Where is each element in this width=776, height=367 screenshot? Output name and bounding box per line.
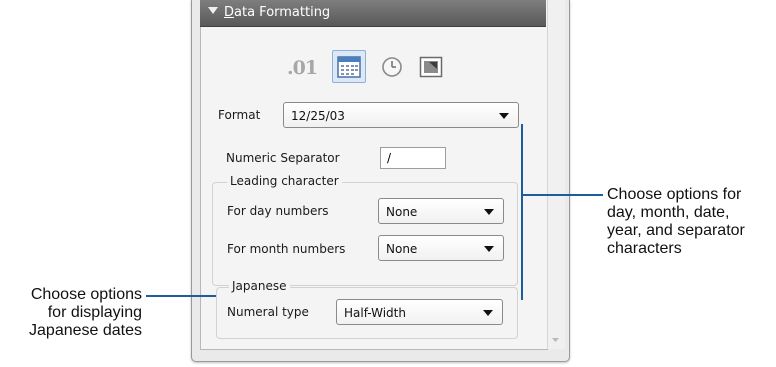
time-format-button[interactable] bbox=[374, 50, 408, 83]
chevron-down-icon bbox=[499, 113, 509, 119]
format-dropdown[interactable]: 12/25/03 bbox=[283, 102, 519, 128]
section-header[interactable]: Data Formatting bbox=[200, 0, 546, 27]
numeral-type-dropdown[interactable]: Half-Width bbox=[336, 299, 503, 325]
collapse-triangle-icon[interactable] bbox=[208, 7, 218, 14]
day-numbers-dropdown[interactable]: None bbox=[378, 198, 504, 224]
day-numbers-label: For day numbers bbox=[227, 204, 329, 218]
month-numbers-dropdown[interactable]: None bbox=[378, 235, 504, 261]
leading-character-title: Leading character bbox=[227, 174, 342, 188]
numeral-type-value: Half-Width bbox=[344, 306, 406, 320]
vertical-scrollbar[interactable] bbox=[547, 0, 565, 349]
callout-right: Choose options for day, month, date, yea… bbox=[607, 186, 745, 258]
chevron-down-icon bbox=[484, 209, 494, 215]
callout-left-line: for displaying bbox=[47, 304, 142, 321]
image-format-button[interactable] bbox=[414, 50, 448, 83]
format-label: Format bbox=[218, 108, 261, 122]
format-value: 12/25/03 bbox=[291, 109, 345, 123]
callout-leader-right bbox=[521, 194, 603, 196]
image-format-icon bbox=[419, 56, 443, 78]
callout-right-line: characters bbox=[607, 240, 682, 257]
number-format-icon: .01 bbox=[287, 57, 318, 79]
callout-bracket-right bbox=[521, 124, 523, 300]
callout-left: Choose options for displaying Japanese d… bbox=[8, 286, 142, 340]
chevron-down-icon bbox=[483, 310, 493, 316]
callout-right-line: Choose options for bbox=[607, 186, 742, 203]
day-numbers-value: None bbox=[386, 205, 418, 219]
numeric-separator-label: Numeric Separator bbox=[226, 151, 340, 165]
numeral-type-label: Numeral type bbox=[227, 305, 309, 319]
callout-right-line: year, and separator bbox=[607, 222, 745, 239]
callout-right-line: day, month, date, bbox=[607, 204, 730, 221]
numeric-separator-input[interactable]: / bbox=[380, 147, 446, 169]
month-numbers-value: None bbox=[386, 242, 418, 256]
callout-left-line: Choose options bbox=[30, 286, 142, 303]
japanese-title: Japanese bbox=[229, 279, 290, 293]
number-format-button[interactable]: .01 bbox=[283, 50, 318, 83]
scroll-down-arrow-icon[interactable] bbox=[548, 333, 563, 347]
section-title: Data Formatting bbox=[224, 5, 331, 20]
month-numbers-label: For month numbers bbox=[227, 242, 346, 256]
numeric-separator-value: / bbox=[387, 151, 392, 165]
clock-icon bbox=[382, 57, 402, 77]
date-format-button[interactable] bbox=[332, 50, 366, 83]
callout-left-line: Japanese dates bbox=[29, 322, 142, 339]
callout-leader-left bbox=[146, 295, 216, 297]
calendar-icon bbox=[337, 56, 361, 78]
chevron-down-icon bbox=[484, 246, 494, 252]
